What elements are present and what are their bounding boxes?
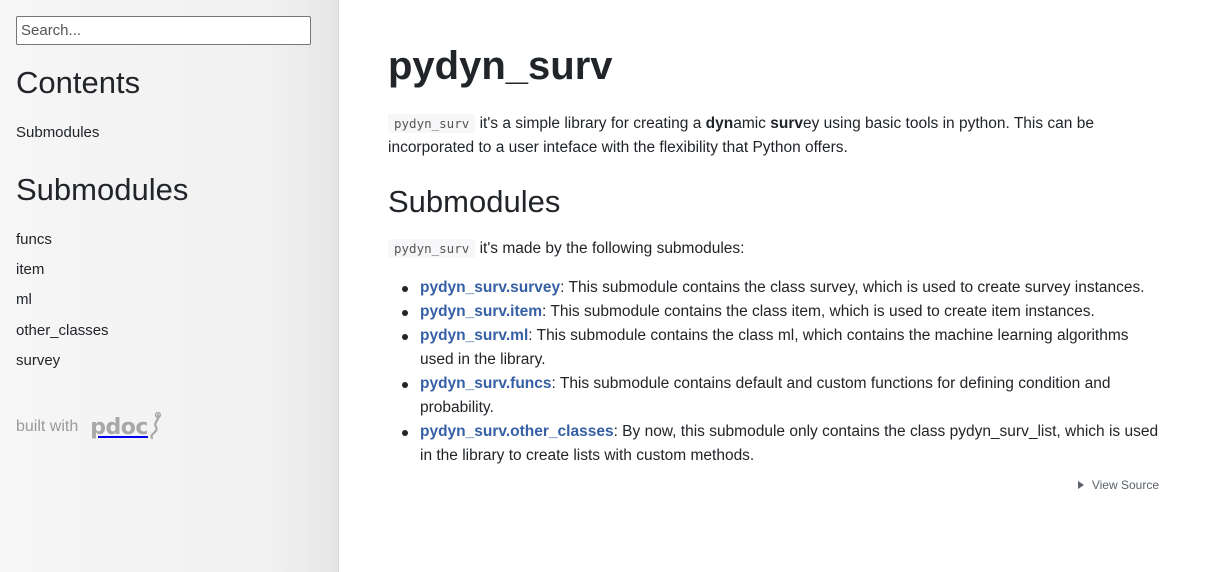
submodule-link-funcs[interactable]: pydyn_surv.funcs [420, 375, 552, 392]
intro-bold-dyn: dyn [705, 115, 734, 132]
list-item: pydyn_surv.survey: This submodule contai… [402, 276, 1163, 300]
bullet-icon [402, 334, 408, 340]
bullet-icon [402, 430, 408, 436]
pdoc-logo-text: pdoc [90, 414, 148, 440]
view-source-toggle[interactable]: View Source [1077, 478, 1159, 492]
page-title: pydyn_surv [388, 44, 613, 88]
sidebar-item-ml[interactable]: ml [16, 292, 32, 307]
submodule-desc: : This submodule contains the class surv… [560, 279, 1145, 296]
list-item: pydyn_surv.funcs: This submodule contain… [402, 372, 1163, 420]
submodule-desc: : This submodule contains the class item… [542, 303, 1095, 320]
submodule-list: pydyn_surv.survey: This submodule contai… [388, 276, 1163, 468]
intro-text-2: amic [733, 115, 771, 132]
pdoc-logo-icon[interactable]: pdoc [90, 412, 162, 442]
list-item: pydyn_surv.other_classes: By now, this s… [402, 420, 1163, 468]
submodule-link-item[interactable]: pydyn_surv.item [420, 303, 542, 320]
main-content: pydyn_surv pydyn_surv it's a simple libr… [388, 0, 1163, 572]
triangle-right-icon [1077, 481, 1084, 489]
sidebar: Contents Submodules Submodules funcs ite… [0, 0, 339, 572]
built-with-label: built with [16, 418, 79, 435]
snake-icon [150, 412, 162, 440]
sidebar-item-item[interactable]: item [16, 262, 44, 277]
built-with-footer: built with pdoc [16, 412, 162, 442]
sidebar-item-other-classes[interactable]: other_classes [16, 323, 109, 338]
submodule-link-survey[interactable]: pydyn_surv.survey [420, 279, 560, 296]
bullet-icon [402, 286, 408, 292]
submodule-link-other-classes[interactable]: pydyn_surv.other_classes [420, 423, 614, 440]
submodule-link-ml[interactable]: pydyn_surv.ml [420, 327, 528, 344]
submodules-intro: pydyn_surv it's made by the following su… [388, 237, 1163, 261]
list-item: pydyn_surv.item: This submodule contains… [402, 300, 1163, 324]
inline-code: pydyn_surv [388, 114, 476, 133]
inline-code: pydyn_surv [388, 239, 476, 258]
contents-item-submodules[interactable]: Submodules [16, 125, 99, 140]
contents-heading: Contents [16, 65, 141, 100]
search-input[interactable] [16, 16, 311, 45]
bullet-icon [402, 382, 408, 388]
intro-paragraph: pydyn_surv it's a simple library for cre… [388, 112, 1163, 160]
view-source-label: View Source [1091, 478, 1159, 492]
intro-text-1: it's a simple library for creating a [475, 115, 706, 132]
page: Contents Submodules Submodules funcs ite… [0, 0, 1225, 572]
sidebar-item-survey[interactable]: survey [16, 353, 60, 368]
submodules-heading: Submodules [16, 172, 189, 207]
sidebar-item-funcs[interactable]: funcs [16, 232, 52, 247]
intro-bold-surv: surv [770, 115, 803, 132]
submodules-intro-text: it's made by the following submodules: [475, 240, 745, 257]
list-item: pydyn_surv.ml: This submodule contains t… [402, 324, 1163, 372]
submodules-section-heading: Submodules [388, 184, 561, 219]
bullet-icon [402, 310, 408, 316]
